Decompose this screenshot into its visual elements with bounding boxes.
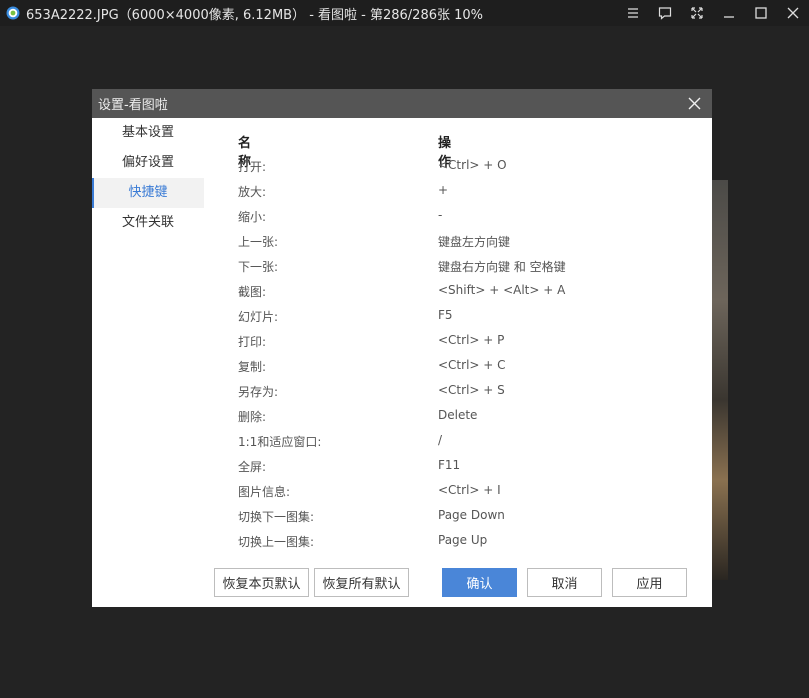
shortcut-key[interactable]: + bbox=[438, 183, 448, 197]
apply-button[interactable]: 应用 bbox=[612, 568, 687, 597]
shortcut-name: 截图: bbox=[238, 285, 267, 299]
shortcut-name: 切换下一图集: bbox=[238, 510, 315, 524]
shortcut-key[interactable]: F11 bbox=[438, 458, 460, 472]
shortcut-name: 打开: bbox=[238, 160, 267, 174]
dialog-close-icon[interactable] bbox=[687, 96, 702, 111]
minimize-icon[interactable] bbox=[713, 0, 745, 26]
shortcut-key[interactable]: <Ctrl> + P bbox=[438, 333, 504, 347]
shortcut-name: 切换上一图集: bbox=[238, 535, 315, 549]
shortcut-key[interactable]: 键盘左方向键 bbox=[438, 233, 510, 250]
shortcut-key[interactable]: <Ctrl> + C bbox=[438, 358, 506, 372]
close-icon[interactable] bbox=[777, 0, 809, 26]
shortcut-key[interactable]: F5 bbox=[438, 308, 453, 322]
shortcut-name: 下一张: bbox=[238, 260, 279, 274]
shortcut-key[interactable]: Page Down bbox=[438, 508, 505, 522]
maximize-icon[interactable] bbox=[745, 0, 777, 26]
nav-item-preference[interactable]: 偏好设置 bbox=[92, 148, 204, 178]
shortcut-name: 全屏: bbox=[238, 460, 267, 474]
titlebar-controls bbox=[617, 0, 809, 26]
shortcut-name: 缩小: bbox=[238, 210, 267, 224]
settings-nav: 基本设置 偏好设置 快捷键 文件关联 bbox=[92, 118, 204, 238]
shortcut-name: 删除: bbox=[238, 410, 267, 424]
fullscreen-icon[interactable] bbox=[681, 0, 713, 26]
shortcut-key[interactable]: / bbox=[438, 433, 442, 447]
window-title: 653A2222.JPG（6000×4000像素, 6.12MB） - 看图啦 … bbox=[26, 7, 484, 23]
dialog-title: 设置-看图啦 bbox=[98, 98, 168, 113]
restore-page-default-button[interactable]: 恢复本页默认 bbox=[214, 568, 309, 597]
shortcut-key[interactable]: 键盘右方向键 和 空格键 bbox=[438, 258, 566, 275]
settings-dialog: 设置-看图啦 基本设置 偏好设置 快捷键 文件关联 名称 操作 打开: <Ctrl… bbox=[92, 89, 712, 607]
shortcut-key[interactable]: <Ctrl> + I bbox=[438, 483, 501, 497]
background-image bbox=[711, 180, 728, 580]
comment-icon[interactable] bbox=[649, 0, 681, 26]
window-titlebar: 653A2222.JPG（6000×4000像素, 6.12MB） - 看图啦 … bbox=[0, 0, 809, 26]
cancel-button[interactable]: 取消 bbox=[527, 568, 602, 597]
shortcut-name: 上一张: bbox=[238, 235, 279, 249]
shortcut-name: 图片信息: bbox=[238, 485, 291, 499]
shortcut-name: 复制: bbox=[238, 360, 267, 374]
nav-item-basic[interactable]: 基本设置 bbox=[92, 118, 204, 148]
shortcut-key[interactable]: - bbox=[438, 208, 442, 222]
nav-item-file-association[interactable]: 文件关联 bbox=[92, 208, 204, 238]
shortcut-name: 幻灯片: bbox=[238, 310, 279, 324]
shortcut-name: 打印: bbox=[238, 335, 267, 349]
shortcut-name: 另存为: bbox=[238, 385, 279, 399]
app-logo-icon bbox=[6, 6, 20, 20]
shortcut-name: 放大: bbox=[238, 185, 267, 199]
shortcut-name: 1:1和适应窗口: bbox=[238, 435, 322, 449]
nav-item-shortcuts[interactable]: 快捷键 bbox=[92, 178, 204, 208]
shortcut-key[interactable]: <Ctrl> + S bbox=[438, 383, 505, 397]
dialog-titlebar: 设置-看图啦 bbox=[92, 89, 712, 118]
shortcut-key[interactable]: Page Up bbox=[438, 533, 487, 547]
shortcut-key[interactable]: Delete bbox=[438, 408, 477, 422]
shortcut-key[interactable]: <Shift> + <Alt> + A bbox=[438, 283, 565, 297]
confirm-button[interactable]: 确认 bbox=[442, 568, 517, 597]
restore-all-default-button[interactable]: 恢复所有默认 bbox=[314, 568, 409, 597]
shortcut-key[interactable]: <Ctrl> + O bbox=[438, 158, 507, 172]
menu-icon[interactable] bbox=[617, 0, 649, 26]
